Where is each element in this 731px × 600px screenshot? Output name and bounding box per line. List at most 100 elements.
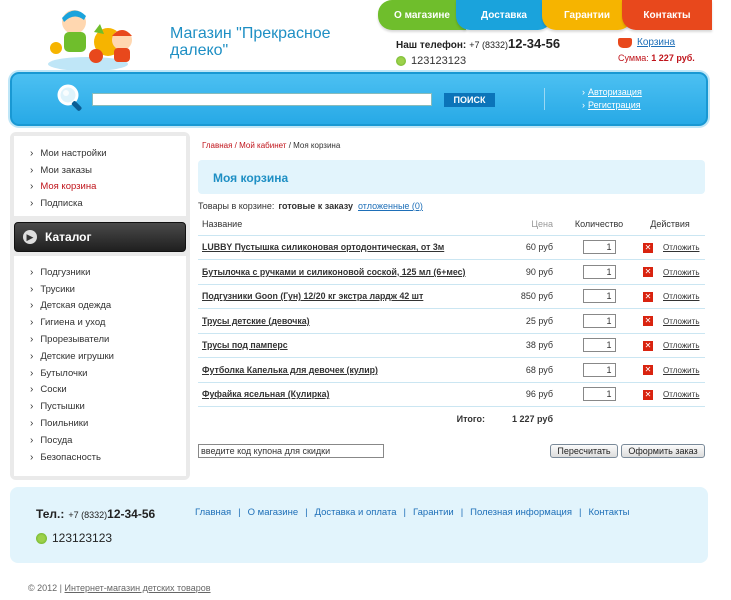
cart-status-label: Товары в корзине:: [198, 201, 275, 211]
catalog-menu: Подгузники Трусики Детская одежда Гигиен…: [14, 256, 186, 476]
footer-phone-code: +7 (8332): [68, 510, 108, 520]
product-link[interactable]: Футболка Капелька для девочек (кулир): [198, 357, 493, 383]
footer-nav-info[interactable]: Полезная информация: [470, 507, 572, 518]
footer-nav-guarantee[interactable]: Гарантии: [413, 507, 454, 518]
quantity-input[interactable]: 1: [582, 313, 616, 328]
catalog-item[interactable]: Посуда: [14, 432, 186, 449]
catalog-item[interactable]: Пустышки: [14, 398, 186, 415]
search-button[interactable]: ПОИСК: [444, 93, 495, 107]
copyright: © 2012 | Интернет-магазин детских товаро…: [28, 583, 211, 593]
product-link[interactable]: Бутылочка с ручками и силиконовой соской…: [198, 259, 493, 285]
shop-name[interactable]: Магазин "Прекрасное далеко": [170, 25, 360, 59]
defer-link[interactable]: Отложить: [663, 317, 699, 326]
defer-link[interactable]: Отложить: [663, 366, 699, 375]
footer-tel-label: Тел.:: [36, 507, 65, 521]
cart-table: Название Цена Количество Действия LUBBY …: [198, 214, 705, 431]
catalog-item[interactable]: Бутылочки: [14, 365, 186, 382]
product-link[interactable]: Трусы под памперс: [198, 333, 493, 358]
top-nav-contacts[interactable]: Контакты: [622, 0, 712, 30]
catalog-header[interactable]: ▶ Каталог: [14, 222, 186, 252]
cart-icon[interactable]: [618, 37, 632, 48]
phone-label: Наш телефон:: [396, 40, 467, 51]
header-cart: Корзина: [618, 37, 675, 48]
breadcrumb-cabinet[interactable]: Мой кабинет: [239, 141, 286, 150]
product-link[interactable]: Фуфайка ясельная (Кулирка): [198, 382, 493, 407]
quantity-input[interactable]: 1: [582, 264, 616, 279]
total-row: Итого: 1 227 руб: [198, 407, 705, 431]
product-link[interactable]: LUBBY Пустышка силиконовая ортодонтическ…: [198, 235, 493, 260]
icq-icon: [36, 532, 47, 544]
quantity-input[interactable]: 1: [582, 362, 616, 377]
recalculate-button[interactable]: Пересчитать: [550, 444, 618, 458]
account-menu-settings[interactable]: Мои настройки: [14, 145, 186, 162]
table-row: Бутылочка с ручками и силиконовой соской…: [198, 259, 705, 285]
register-link[interactable]: Регистрация: [582, 99, 642, 112]
table-row: Трусы под памперс 38 руб 1 ✕ Отложить: [198, 333, 705, 358]
account-menu-subscription[interactable]: Подписка: [14, 195, 186, 212]
quantity-input[interactable]: 1: [582, 338, 616, 353]
footer-nav: Главная | О магазине | Доставка и оплата | Гар…: [195, 507, 630, 518]
cart-sum-value: 1 227 руб.: [651, 53, 695, 63]
delete-icon[interactable]: ✕: [643, 242, 653, 253]
defer-link[interactable]: Отложить: [663, 390, 699, 399]
page-title: Моя корзина: [198, 160, 705, 194]
cart-status-deferred-link[interactable]: отложенные (0): [358, 201, 423, 211]
top-nav-guarantee[interactable]: Гарантии: [542, 0, 632, 30]
checkout-button[interactable]: Оформить заказ: [621, 444, 705, 458]
product-price: 38 руб: [493, 333, 563, 358]
cart-sum-label: Сумма:: [618, 53, 649, 63]
catalog-item[interactable]: Подгузники: [14, 264, 186, 281]
breadcrumb-home[interactable]: Главная: [202, 141, 232, 150]
header-icq: 123123123: [396, 55, 466, 67]
product-price: 850 руб: [493, 284, 563, 309]
catalog-item[interactable]: Детская одежда: [14, 298, 186, 315]
phone-code: +7 (8332): [469, 40, 509, 50]
delete-icon[interactable]: ✕: [643, 291, 653, 302]
login-link[interactable]: Авторизация: [582, 86, 642, 99]
account-menu: Мои настройки Мои заказы Моя корзина Под…: [14, 136, 186, 216]
total-label: Итого:: [456, 413, 485, 424]
quantity-input[interactable]: 1: [582, 289, 616, 304]
product-link[interactable]: Подгузники Goon (Гун) 12/20 кг экстра ла…: [198, 284, 493, 309]
cart-status-ready: готовые к заказу: [278, 201, 353, 211]
coupon-input[interactable]: введите код купона для скидки: [198, 444, 384, 458]
delete-icon[interactable]: ✕: [643, 316, 653, 327]
table-row: Футболка Капелька для девочек (кулир) 68…: [198, 357, 705, 383]
delete-icon[interactable]: ✕: [643, 340, 653, 351]
catalog-title: Каталог: [45, 230, 92, 244]
top-nav-delivery[interactable]: Доставка: [456, 0, 552, 30]
catalog-item[interactable]: Трусики: [14, 281, 186, 298]
defer-link[interactable]: Отложить: [663, 292, 699, 301]
quantity-input[interactable]: 1: [582, 387, 616, 402]
quantity-input[interactable]: 1: [582, 240, 616, 255]
defer-link[interactable]: Отложить: [663, 243, 699, 252]
table-row: Трусы детские (девочка) 25 руб 1 ✕ Отложи…: [198, 308, 705, 334]
footer-nav-delivery[interactable]: Доставка и оплата: [315, 507, 397, 518]
search-input[interactable]: [92, 93, 432, 106]
footer-icq: 123123123: [36, 531, 112, 545]
account-menu-orders[interactable]: Мои заказы: [14, 162, 186, 179]
catalog-item[interactable]: Поильники: [14, 415, 186, 432]
product-link[interactable]: Трусы детские (девочка): [198, 308, 493, 334]
account-menu-cart[interactable]: Моя корзина: [14, 179, 186, 196]
catalog-item[interactable]: Соски: [14, 382, 186, 399]
delete-icon[interactable]: ✕: [643, 389, 653, 400]
defer-link[interactable]: Отложить: [663, 268, 699, 277]
table-row: Фуфайка ясельная (Кулирка) 96 руб 1 ✕ Отл…: [198, 382, 705, 407]
catalog-item[interactable]: Прорезыватели: [14, 331, 186, 348]
auth-links: Авторизация Регистрация: [582, 86, 642, 112]
footer-nav-home[interactable]: Главная: [195, 507, 231, 518]
cart-link[interactable]: Корзина: [637, 37, 675, 48]
footer-nav-contacts[interactable]: Контакты: [588, 507, 629, 518]
top-nav-about[interactable]: О магазине: [378, 0, 466, 30]
copyright-link[interactable]: Интернет-магазин детских товаров: [65, 583, 211, 593]
delete-icon[interactable]: ✕: [643, 267, 653, 278]
catalog-item[interactable]: Безопасность: [14, 449, 186, 466]
header-name: Название: [198, 214, 493, 236]
defer-link[interactable]: Отложить: [663, 341, 699, 350]
catalog-item[interactable]: Детские игрушки: [14, 348, 186, 365]
catalog-item[interactable]: Гигиена и уход: [14, 314, 186, 331]
footer-nav-about[interactable]: О магазине: [248, 507, 298, 518]
table-row: Подгузники Goon (Гун) 12/20 кг экстра ла…: [198, 284, 705, 309]
delete-icon[interactable]: ✕: [643, 365, 653, 376]
